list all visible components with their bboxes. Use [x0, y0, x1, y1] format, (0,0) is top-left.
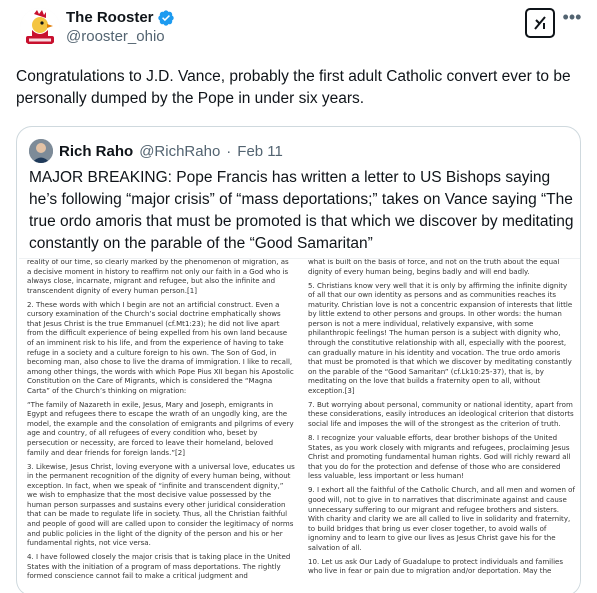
grok-button[interactable]: [525, 8, 555, 38]
verified-badge-icon: [157, 10, 174, 26]
quote-date[interactable]: Feb 11: [237, 143, 283, 160]
more-options-icon[interactable]: •••: [562, 8, 582, 30]
letter-paragraph: reality of our time, so clearly marked b…: [27, 258, 289, 295]
letter-paragraph: 3. Likewise, Jesus Christ, loving everyo…: [27, 461, 295, 548]
person-photo-icon: [29, 139, 53, 163]
letter-column-left: reality of our time, so clearly marked b…: [27, 258, 295, 585]
rooster-logo-icon: [20, 8, 60, 48]
tweet-text: Congratulations to J.D. Vance, probably …: [16, 68, 571, 107]
quote-separator: ·: [226, 142, 232, 160]
letter-paragraph: 4. I have followed closely the major cri…: [27, 552, 291, 581]
tweet-header: The Rooster @rooster_ohio •••: [16, 6, 581, 56]
quote-text: MAJOR BREAKING: Pope Francis has written…: [29, 169, 574, 252]
letter-paragraph: 9. I exhort all the faithful of the Cath…: [308, 485, 575, 552]
letter-column-right: what is built on the basis of force, and…: [308, 258, 576, 581]
quoted-tweet[interactable]: Rich Raho @RichRaho · Feb 11 MAJOR BREAK…: [16, 126, 581, 593]
letter-image[interactable]: reality of our time, so clearly marked b…: [19, 258, 580, 593]
quote-author-name[interactable]: Rich Raho: [59, 143, 133, 160]
letter-paragraph: what is built on the basis of force, and…: [308, 258, 560, 276]
grok-icon: [534, 16, 546, 30]
author-handle[interactable]: @rooster_ohio: [66, 27, 175, 47]
letter-paragraph: “The family of Nazareth in exile, Jesus,…: [27, 399, 294, 457]
letter-paragraph: 2. These words with which I begin are no…: [27, 299, 294, 395]
quote-header: Rich Raho @RichRaho · Feb 11: [29, 139, 283, 163]
letter-paragraph: 7. But worrying about personal, communit…: [308, 399, 574, 428]
letter-paragraph: 10. Let us ask Our Lady of Guadalupe to …: [308, 556, 564, 576]
quote-author-handle[interactable]: @RichRaho: [139, 143, 220, 160]
letter-paragraph: 5. Christians know very well that it is …: [308, 280, 573, 395]
author-avatar[interactable]: [20, 8, 60, 48]
quote-avatar[interactable]: [29, 139, 53, 163]
author-name[interactable]: The Rooster: [66, 9, 154, 27]
letter-paragraph: 8. I recognize your valuable efforts, de…: [308, 433, 571, 481]
author-names: The Rooster @rooster_ohio: [66, 9, 175, 47]
